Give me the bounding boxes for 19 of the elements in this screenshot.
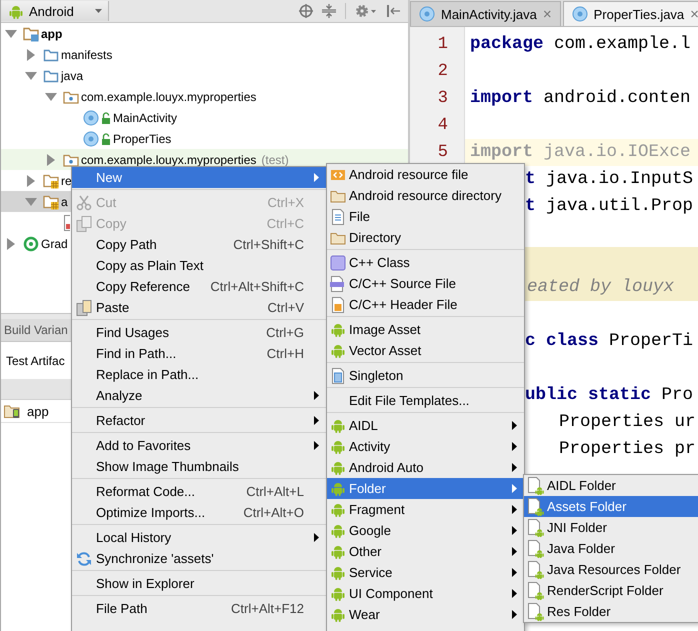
code-line: eated by louyx <box>527 277 674 297</box>
code-line: c class ProperTi <box>525 331 694 351</box>
code-line: package com.example.l <box>470 34 691 54</box>
code-line: Properties pr <box>559 439 696 459</box>
line-number: 2 <box>438 62 448 81</box>
module-name: app <box>27 404 49 418</box>
line-number: 3 <box>438 89 448 108</box>
code-line: import android.conten <box>470 88 691 108</box>
code-line: import java.io.IOExce <box>470 142 691 162</box>
view-label: Android <box>29 4 75 18</box>
code-line: Properties ur <box>559 412 696 432</box>
test-tag: (test) <box>261 154 289 166</box>
code-line: t java.io.InputS <box>525 169 694 189</box>
code-line: t java.util.Prop <box>525 196 694 216</box>
code-line: ublic static Pro <box>525 385 694 405</box>
line-number: 5 <box>438 143 448 162</box>
label: Test Artifac <box>6 354 65 368</box>
line-number: 4 <box>438 116 448 135</box>
line-number: 1 <box>438 35 448 54</box>
